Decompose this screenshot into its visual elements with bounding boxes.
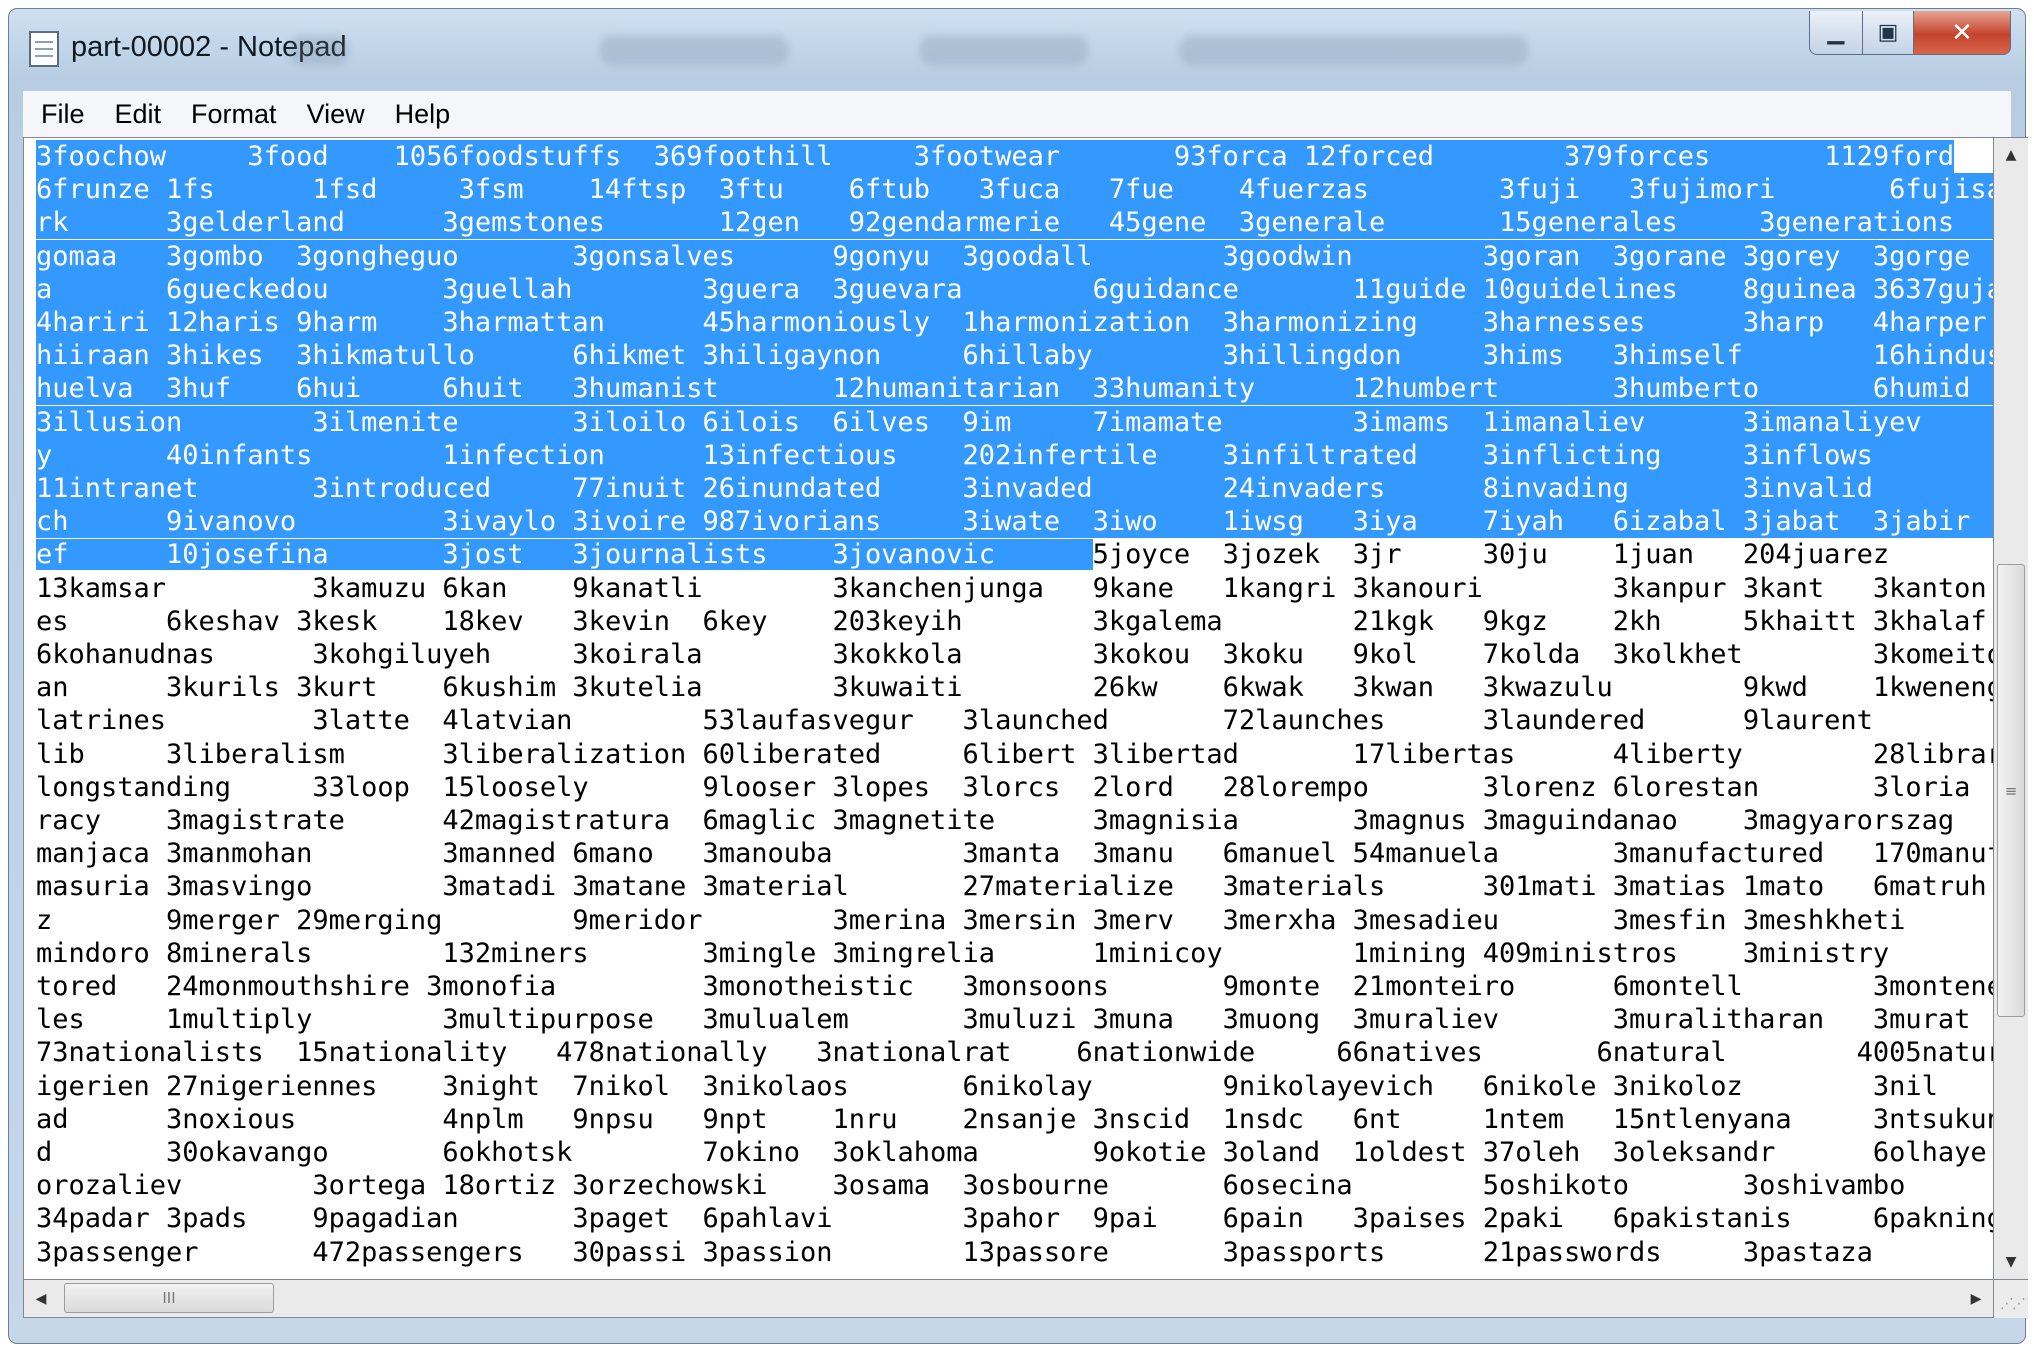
- selected-text-line[interactable]: ch 9ivanovo 3ivaylo 3ivoire 987ivorians …: [36, 505, 1993, 539]
- menu-file[interactable]: File: [41, 99, 85, 130]
- menu-format[interactable]: Format: [191, 99, 277, 130]
- minimize-icon: ▁: [1827, 20, 1845, 45]
- selected-text-line[interactable]: a 6gueckedou 3guellah 3guera 3guevara 6g…: [36, 273, 1993, 307]
- text-line[interactable]: tored 24monmouthshire 3monofia 3monothei…: [36, 970, 1993, 1003]
- text-line[interactable]: an 3kurils 3kurt 6kushim 3kutelia 3kuwai…: [36, 671, 1993, 704]
- blurred-background-text: [289, 35, 349, 65]
- selected-text-fragment[interactable]: ef 10josefina 3jost 3journalists 3jovano…: [36, 539, 1093, 570]
- selected-text-line[interactable]: 3foochow 3food 1056foodstuffs 369foothil…: [36, 140, 1955, 174]
- scroll-up-button[interactable]: ▲: [1994, 138, 2028, 172]
- notepad-icon[interactable]: [29, 31, 59, 67]
- text-line[interactable]: manjaca 3manmohan 3manned 6mano 3manouba…: [36, 837, 1993, 870]
- grip-icon: ≡: [2004, 781, 2018, 800]
- vertical-scroll-thumb[interactable]: ≡: [1997, 564, 2025, 1017]
- text-line[interactable]: longstanding 33loop 15loosely 9looser 3l…: [36, 771, 1993, 804]
- text-line[interactable]: z 9merger 29merging 9meridor 3merina 3me…: [36, 904, 1993, 937]
- scroll-down-button[interactable]: ▼: [1994, 1245, 2028, 1279]
- text-line[interactable]: 6kohanudnas 3kohgiluyeh 3koirala 3kokkol…: [36, 638, 1993, 671]
- resize-grip-icon: ⋰⋰: [2000, 1296, 2026, 1312]
- text-line[interactable]: les 1multiply 3multipurpose 3mulualem 3m…: [36, 1003, 1993, 1036]
- text-line[interactable]: racy 3magistrate 42magistratura 6maglic …: [36, 804, 1993, 837]
- text-line[interactable]: 34padar 3pads 9pagadian 3paget 6pahlavi …: [36, 1202, 1993, 1235]
- maximize-icon: ▣: [1877, 20, 1899, 45]
- minimize-button[interactable]: ▁: [1809, 11, 1863, 55]
- arrow-down-icon: ▼: [2005, 1254, 2017, 1270]
- menu-help[interactable]: Help: [395, 99, 451, 130]
- blurred-background-text: [919, 35, 1089, 65]
- grip-icon: III: [162, 1289, 176, 1307]
- text-line[interactable]: orozaliev 3ortega 18ortiz 3orzechowski 3…: [36, 1169, 1993, 1202]
- text-line[interactable]: es 6keshav 3kesk 18kev 3kevin 6key 203ke…: [36, 605, 1993, 638]
- unselected-text-fragment[interactable]: 5joyce 3jozek 3jr 30ju 1juan 204juarez 3…: [1093, 539, 1993, 570]
- close-button[interactable]: ✕: [1913, 11, 2011, 55]
- scroll-left-button[interactable]: ◀: [24, 1280, 58, 1318]
- scroll-right-button[interactable]: ▶: [1959, 1280, 1993, 1318]
- selected-text-line[interactable]: 11intranet 3introduced 77inuit 26inundat…: [36, 472, 1993, 506]
- text-line[interactable]: d 30okavango 6okhotsk 7okino 3oklahoma 9…: [36, 1136, 1993, 1169]
- arrow-up-icon: ▲: [2005, 147, 2017, 163]
- selected-text-line[interactable]: huelva 3huf 6hui 6huit 3humanist 12human…: [36, 372, 1993, 406]
- selected-text-line[interactable]: rk 3gelderland 3gemstones 12gen 92gendar…: [36, 206, 1993, 240]
- size-grip[interactable]: ⋰⋰: [1994, 1280, 2028, 1318]
- horizontal-scrollbar[interactable]: ◀ III ▶: [23, 1280, 1994, 1318]
- notepad-window: part-00002 - Notepad ▁ ▣ ✕ File Edit For…: [8, 8, 2028, 1344]
- maximize-button[interactable]: ▣: [1862, 11, 1914, 55]
- text-line[interactable]: latrines 3latte 4latvian 53laufasvegur 3…: [36, 704, 1993, 737]
- title-bar[interactable]: part-00002 - Notepad ▁ ▣ ✕: [9, 9, 2025, 85]
- text-line[interactable]: igerien 27nigeriennes 3night 7nikol 3nik…: [36, 1070, 1993, 1103]
- selected-text-line[interactable]: gomaa 3gombo 3gongheguo 3gonsalves 9gony…: [36, 240, 1993, 274]
- text-line[interactable]: ad 3noxious 4nplm 9npsu 9npt 1nru 2nsanj…: [36, 1103, 1993, 1136]
- selected-text-line[interactable]: y 40infants 1infection 13infectious 202i…: [36, 439, 1993, 473]
- menu-view[interactable]: View: [307, 99, 365, 130]
- partially-selected-line[interactable]: ef 10josefina 3jost 3journalists 3jovano…: [36, 538, 1993, 571]
- selected-text-line[interactable]: 3illusion 3ilmenite 3iloilo 6ilois 6ilve…: [36, 406, 1993, 440]
- text-line[interactable]: 73nationalists 15nationality 478national…: [36, 1036, 1993, 1069]
- selected-text-line[interactable]: 4hariri 12haris 9harm 3harmattan 45harmo…: [36, 306, 1993, 340]
- vertical-scrollbar[interactable]: ▲ ≡ ▼: [1994, 137, 2028, 1280]
- text-line[interactable]: lib 3liberalism 3liberalization 60libera…: [36, 738, 1993, 771]
- menu-bar: File Edit Format View Help: [23, 91, 2011, 138]
- text-editor[interactable]: 3foochow 3food 1056foodstuffs 369foothil…: [23, 137, 1994, 1280]
- text-line[interactable]: 13kamsar 3kamuzu 6kan 9kanatli 3kanchenj…: [36, 572, 1993, 605]
- blurred-background-text: [599, 35, 789, 65]
- selected-text-line[interactable]: hiiraan 3hikes 3hikmatullo 6hikmet 3hili…: [36, 339, 1993, 373]
- text-line[interactable]: masuria 3masvingo 3matadi 3matane 3mater…: [36, 870, 1993, 903]
- arrow-left-icon: ◀: [35, 1291, 47, 1307]
- selected-text-line[interactable]: 6frunze 1fs 1fsd 3fsm 14ftsp 3ftu 6ftub …: [36, 173, 1993, 207]
- text-line[interactable]: mindoro 8minerals 132miners 3mingle 3min…: [36, 937, 1993, 970]
- menu-edit[interactable]: Edit: [115, 99, 162, 130]
- close-icon: ✕: [1951, 17, 1973, 48]
- text-line[interactable]: 3passenger 472passengers 30passi 3passio…: [36, 1236, 1993, 1269]
- blurred-background-text: [1179, 35, 1529, 65]
- horizontal-scroll-thumb[interactable]: III: [64, 1283, 274, 1313]
- arrow-right-icon: ▶: [1970, 1291, 1982, 1307]
